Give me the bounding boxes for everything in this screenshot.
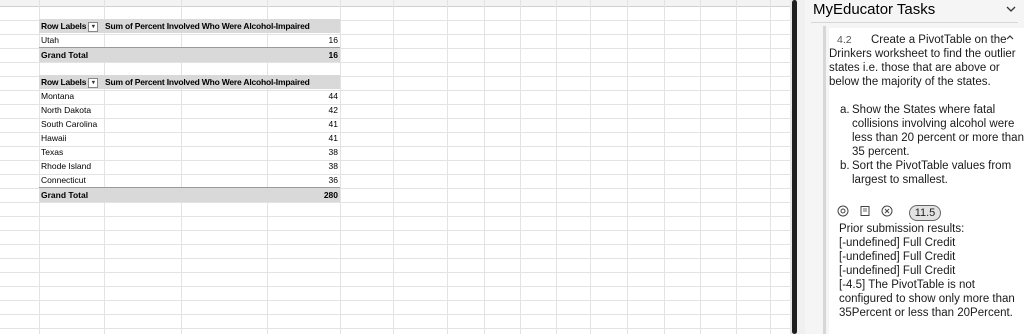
subtask-text: Sort the PivotTable values from largest … <box>852 160 1012 186</box>
row-gridline <box>0 286 790 287</box>
pivot-row[interactable]: Rhode Island 38 <box>39 159 340 173</box>
pivot-row-label: South Carolina <box>41 119 98 129</box>
pivot-row-label: Hawaii <box>41 133 67 143</box>
row-gridline <box>0 244 790 245</box>
pivot-row-label: North Dakota <box>41 105 92 115</box>
result-line: [-4.5] The PivotTable is not configured … <box>839 279 1015 319</box>
pivot-row[interactable]: Connecticut 36 <box>39 173 340 187</box>
myeducator-task-pane: MyEducator Tasks Create a PivotTable on … <box>805 0 1024 334</box>
pivot-row-value: 38 <box>328 147 338 157</box>
pivot-table-outliers[interactable]: Row Labels ▾ Sum of Percent Involved Who … <box>39 75 340 202</box>
task-card-rail <box>823 26 826 334</box>
row-labels-filter[interactable]: Row Labels ▾ <box>41 21 99 32</box>
result-line: [-undefined] Full Credit <box>839 251 956 263</box>
grand-total-row[interactable]: Grand Total 16 <box>39 47 340 62</box>
pivot-row[interactable]: Texas 38 <box>39 145 340 159</box>
column-gridline <box>340 0 341 334</box>
pivot-row[interactable]: Hawaii 41 <box>39 131 340 145</box>
column-gridline <box>520 0 521 334</box>
subtask-b: b. Sort the PivotTable values from large… <box>840 159 1024 187</box>
pivot-row-value: 44 <box>328 91 338 101</box>
filter-icon[interactable]: ▾ <box>88 21 99 32</box>
pivot-row[interactable]: South Carolina 41 <box>39 117 340 131</box>
row-gridline <box>0 216 790 217</box>
grand-total-label: Grand Total <box>41 50 89 60</box>
pivot-row-label: Connecticut <box>41 175 86 185</box>
document-icon[interactable] <box>859 205 871 217</box>
column-gridline <box>700 0 701 334</box>
help-icon[interactable] <box>837 205 849 217</box>
column-gridline <box>447 0 448 334</box>
result-line: [-undefined] Full Credit <box>839 237 956 249</box>
column-gridline <box>664 0 665 334</box>
pivot-row-label: Texas <box>41 147 64 157</box>
column-gridline <box>770 0 771 334</box>
pane-gap <box>797 0 805 334</box>
subtask-text: Show the States where fatal collisions i… <box>852 104 1024 158</box>
chevron-up-icon[interactable] <box>1005 33 1015 41</box>
pivot-row[interactable]: Montana 44 <box>39 89 340 103</box>
subtask-letter: a. <box>840 104 850 116</box>
spreadsheet-grid[interactable]: Row Labels ▾ Sum of Percent Involved Who … <box>0 0 790 334</box>
row-gridline <box>0 62 790 63</box>
row-gridline <box>0 328 790 329</box>
column-gridline <box>627 0 628 334</box>
score-badge: 11.5 <box>909 205 941 221</box>
pivot-header-row: Row Labels ▾ Sum of Percent Involved Who … <box>39 19 340 33</box>
subtask-a: a. Show the States where fatal collision… <box>840 103 1024 159</box>
pivot-row-label: Rhode Island <box>41 161 92 171</box>
task-description: Create a PivotTable on the Drinkers work… <box>829 34 1016 88</box>
pivot-row[interactable]: North Dakota 42 <box>39 103 340 117</box>
pivot-row[interactable]: Utah 16 <box>39 33 340 47</box>
row-gridline <box>0 272 790 273</box>
row-labels-header: Row Labels <box>41 21 87 31</box>
column-gridline <box>736 0 737 334</box>
row-gridline <box>0 202 790 203</box>
result-line: [-undefined] Full Credit <box>839 265 956 277</box>
column-gridline <box>393 0 394 334</box>
values-header: Sum of Percent Involved Who Were Alcohol… <box>105 21 310 31</box>
pivot-row-label: Utah <box>41 35 59 45</box>
divider <box>811 22 1018 23</box>
pane-title: MyEducator Tasks <box>813 1 936 18</box>
chevron-down-icon[interactable] <box>1006 4 1016 14</box>
row-gridline <box>0 230 790 231</box>
row-gridline <box>0 314 790 315</box>
results-heading: Prior submission results: <box>839 223 965 235</box>
row-gridline <box>0 300 790 301</box>
pivot-row-label: Montana <box>41 91 75 101</box>
grand-total-value: 16 <box>328 50 338 60</box>
column-gridline <box>556 0 557 334</box>
row-labels-filter[interactable]: Row Labels ▾ <box>41 77 99 88</box>
grand-total-value: 280 <box>323 190 338 200</box>
pivot-row-value: 41 <box>328 119 338 129</box>
row-labels-header: Row Labels <box>41 77 87 87</box>
row-gridline <box>0 258 790 259</box>
pivot-row-value: 36 <box>328 175 338 185</box>
prior-results: Prior submission results: [-undefined] F… <box>839 222 1021 320</box>
values-header: Sum of Percent Involved Who Were Alcohol… <box>105 77 310 87</box>
grand-total-label: Grand Total <box>41 190 89 200</box>
column-header-strip <box>0 0 790 7</box>
filter-icon[interactable]: ▾ <box>88 77 99 88</box>
column-gridline <box>484 0 485 334</box>
pivot-row-value: 41 <box>328 133 338 143</box>
pivot-row-value: 38 <box>328 161 338 171</box>
subtask-letter: b. <box>840 160 850 172</box>
grand-total-row[interactable]: Grand Total 280 <box>39 187 340 202</box>
close-circle-icon[interactable] <box>881 205 893 217</box>
pivot-row-value: 42 <box>328 105 338 115</box>
pivot-table-utah[interactable]: Row Labels ▾ Sum of Percent Involved Who … <box>39 19 340 62</box>
pivot-header-row: Row Labels ▾ Sum of Percent Involved Who … <box>39 75 340 89</box>
task-number: 4.2 <box>837 34 852 46</box>
pivot-row-value: 16 <box>328 35 338 45</box>
column-gridline <box>590 0 591 334</box>
